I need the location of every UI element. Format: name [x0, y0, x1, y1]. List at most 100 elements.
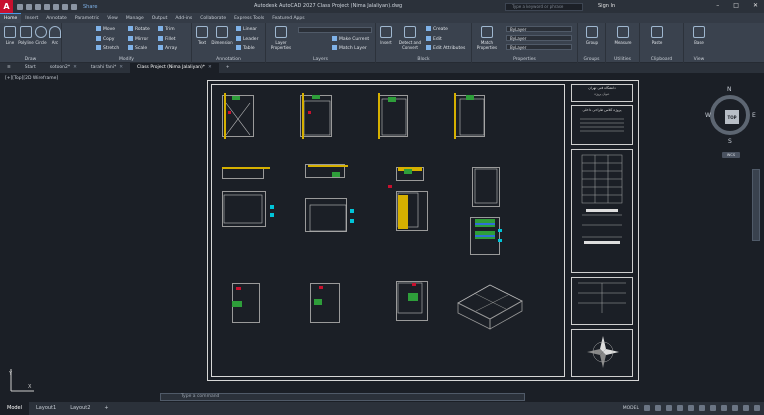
table-tool[interactable]: Table	[236, 45, 255, 51]
lineweight-dropdown[interactable]: ByLayer	[506, 44, 572, 50]
share-button[interactable]: Share	[83, 4, 97, 10]
doc-tab-class-project[interactable]: Class Project (Nima Jalaliyan)* ✕	[130, 63, 219, 73]
utilities-panel-title[interactable]: Utilities	[606, 57, 639, 62]
detect-convert-tool[interactable]: Detect and Convert	[396, 26, 424, 50]
layout-tab-layout2[interactable]: Layout2	[63, 402, 97, 415]
redo-icon[interactable]	[71, 3, 77, 10]
array-tool[interactable]: Array	[158, 45, 177, 51]
annotation-panel-title[interactable]: Annotation	[192, 57, 265, 62]
fullscreen-icon[interactable]	[743, 405, 749, 411]
layer-properties-tool[interactable]: Layer Properties	[268, 26, 294, 50]
doc-tab-sotoon2[interactable]: sotoon2* ✕	[43, 63, 84, 73]
scale-tool[interactable]: Scale	[128, 45, 147, 51]
create-block-tool[interactable]: Create	[426, 26, 448, 32]
viewcube-south[interactable]: S	[728, 138, 732, 145]
linear-tool[interactable]: Linear	[236, 26, 257, 32]
layout-tab-layout1[interactable]: Layout1	[29, 402, 63, 415]
viewcube-west[interactable]: W	[705, 112, 711, 119]
lineweight-icon[interactable]	[699, 405, 705, 411]
modify-panel-title[interactable]: Modify	[62, 57, 191, 62]
measure-tool[interactable]: Measure	[612, 26, 634, 45]
tab-view[interactable]: View	[103, 16, 122, 21]
tab-home[interactable]: Home	[0, 13, 22, 23]
tab-add-ins[interactable]: Add-ins	[171, 16, 196, 21]
layers-panel-title[interactable]: Layers	[266, 57, 375, 62]
dimension-tool[interactable]: Dimension	[211, 26, 233, 45]
move-tool[interactable]: Move	[96, 26, 115, 32]
undo-icon[interactable]	[62, 3, 68, 10]
linetype-dropdown[interactable]: ByLayer	[506, 35, 572, 41]
doc-tab-start[interactable]: Start	[18, 63, 43, 73]
tab-annotate[interactable]: Annotate	[42, 16, 71, 21]
draw-panel-title[interactable]: Draw	[0, 57, 61, 62]
viewport-controls-label[interactable]: [+][Top][2D Wireframe]	[5, 76, 58, 81]
layout-tab-model[interactable]: Model	[0, 402, 30, 415]
open-icon[interactable]	[26, 3, 32, 10]
edit-attributes-tool[interactable]: Edit Attributes	[426, 45, 465, 51]
layer-dropdown[interactable]	[298, 27, 372, 33]
rotate-tool[interactable]: Rotate	[128, 26, 150, 32]
minimize-icon[interactable]: –	[716, 2, 719, 9]
leader-tool[interactable]: Leader	[236, 36, 258, 42]
paste-tool[interactable]: Paste	[648, 26, 666, 45]
wcs-menu[interactable]: WCS	[722, 152, 740, 158]
close-icon[interactable]: ✕	[753, 2, 758, 9]
navigation-bar[interactable]	[752, 169, 760, 241]
drawing-viewport[interactable]: [+][Top][2D Wireframe] دانشگاه فنی تهران…	[0, 73, 764, 402]
save-as-icon[interactable]	[44, 3, 50, 10]
new-tab-icon[interactable]: +	[219, 63, 237, 73]
viewcube-top-face[interactable]: TOP	[725, 110, 739, 124]
command-line-input[interactable]: Type a command	[160, 393, 525, 401]
tab-output[interactable]: Output	[148, 16, 172, 21]
base-tool[interactable]: Base	[690, 26, 708, 45]
color-dropdown[interactable]: ByLayer	[506, 26, 572, 32]
tab-collaborate[interactable]: Collaborate	[196, 16, 230, 21]
make-current-tool[interactable]: Make Current	[332, 36, 369, 42]
tab-manage[interactable]: Manage	[122, 16, 148, 21]
viewcube-north[interactable]: N	[727, 86, 732, 93]
plot-icon[interactable]	[53, 3, 59, 10]
osnap-icon[interactable]	[688, 405, 694, 411]
sign-in-button[interactable]: Sign In	[598, 3, 615, 9]
trim-tool[interactable]: Trim	[158, 26, 175, 32]
mirror-tool[interactable]: Mirror	[128, 36, 148, 42]
viewcube[interactable]: TOP	[710, 95, 750, 135]
model-space-toggle[interactable]: MODEL	[623, 406, 639, 411]
groups-panel-title[interactable]: Groups	[578, 57, 605, 62]
maximize-icon[interactable]: □	[733, 2, 739, 9]
grid-icon[interactable]	[644, 405, 650, 411]
search-input[interactable]: Type a keyword or phrase	[505, 3, 583, 11]
isolate-icon[interactable]	[732, 405, 738, 411]
match-properties-tool[interactable]: Match Properties	[474, 26, 500, 50]
polar-icon[interactable]	[677, 405, 683, 411]
add-layout-icon[interactable]: +	[97, 402, 115, 415]
annotation-scale-icon[interactable]	[710, 405, 716, 411]
doc-tab-tarahi-fani[interactable]: tarahi fani* ✕	[84, 63, 130, 73]
app-logo[interactable]: A	[0, 0, 13, 13]
tab-parametric[interactable]: Parametric	[71, 16, 103, 21]
match-layer-tool[interactable]: Match Layer	[332, 45, 367, 51]
new-icon[interactable]	[17, 3, 23, 10]
tab-featured-apps[interactable]: Featured Apps	[268, 16, 308, 21]
workspace-icon[interactable]	[721, 405, 727, 411]
group-tool[interactable]: Group	[583, 26, 601, 45]
customize-icon[interactable]	[754, 405, 760, 411]
viewcube-east[interactable]: E	[752, 112, 756, 119]
text-tool[interactable]: Text	[193, 26, 211, 45]
menu-icon[interactable]: ≡	[0, 63, 18, 73]
clipboard-panel-title[interactable]: Clipboard	[640, 57, 683, 62]
stretch-tool[interactable]: Stretch	[96, 45, 119, 51]
properties-panel-title[interactable]: Properties	[472, 57, 577, 62]
tab-express-tools[interactable]: Express Tools	[230, 16, 268, 21]
block-panel-title[interactable]: Block	[376, 57, 471, 62]
fillet-tool[interactable]: Fillet	[158, 36, 176, 42]
edit-attributes-icon	[426, 45, 431, 50]
tab-insert[interactable]: Insert	[21, 16, 42, 21]
ortho-icon[interactable]	[666, 405, 672, 411]
edit-block-tool[interactable]: Edit	[426, 36, 442, 42]
snap-icon[interactable]	[655, 405, 661, 411]
insert-tool[interactable]: Insert	[377, 26, 395, 45]
save-icon[interactable]	[35, 3, 41, 10]
copy-tool[interactable]: Copy	[96, 36, 114, 42]
view-panel-title[interactable]: View	[684, 57, 714, 62]
